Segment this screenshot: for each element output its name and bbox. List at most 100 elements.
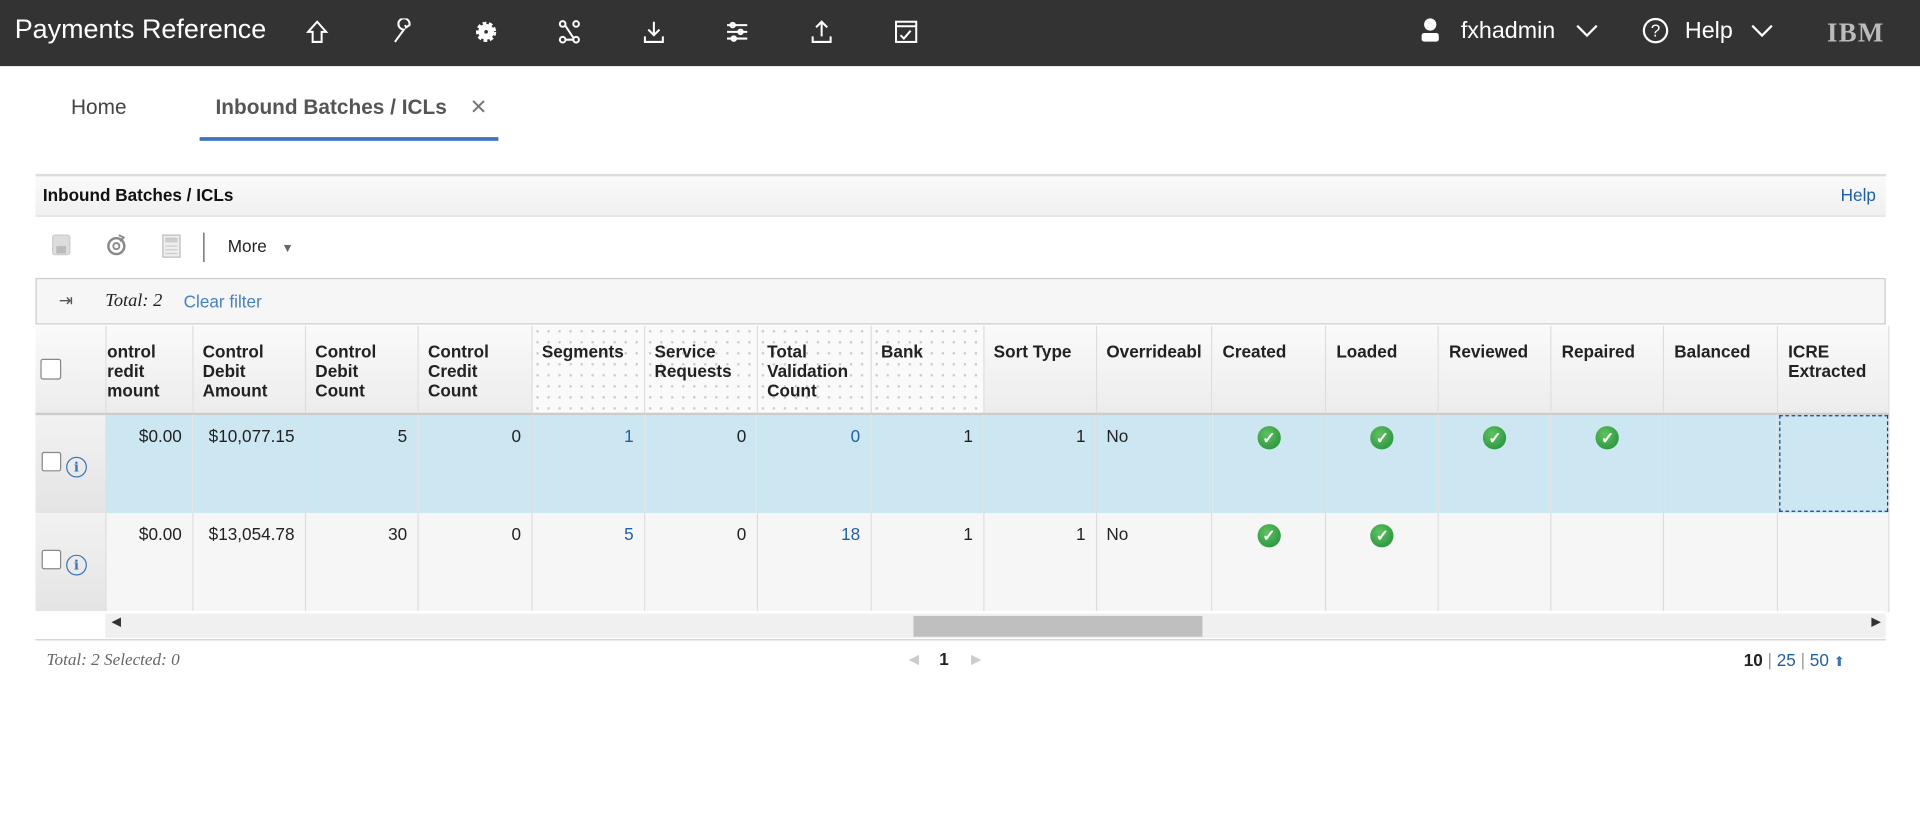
reviewed-cell (1438, 513, 1552, 613)
gear-icon[interactable] (471, 17, 500, 46)
debit-amount-cell: $10,077.15 (192, 413, 306, 514)
page-size-25[interactable]: 25 (1777, 650, 1796, 670)
reviewed-cell: ✓ (1438, 413, 1552, 514)
info-icon[interactable]: i (65, 456, 87, 478)
help-menu[interactable]: Help (1685, 18, 1733, 45)
check-circle-icon: ✓ (1483, 426, 1507, 450)
wrench-icon[interactable] (387, 17, 416, 46)
table-row[interactable]: i $0.00 $10,077.15 5 0 1 0 0 1 1 No ✓ ✓ … (35, 413, 1890, 514)
footer-summary: Total: 2 Selected: 0 (46, 651, 180, 670)
segments-link[interactable]: 5 (531, 513, 645, 613)
table-header-row: ontrol redit mount Control Debit Amount … (35, 325, 1890, 416)
help-circle-icon[interactable]: ? (1642, 17, 1669, 51)
horizontal-scrollbar[interactable]: ◀ ▶ (35, 611, 1886, 641)
dashboard-icon[interactable] (891, 17, 920, 46)
column-header[interactable]: Overrideabl (1095, 325, 1213, 416)
caret-down-icon: ▼ (281, 242, 294, 256)
loaded-cell: ✓ (1325, 413, 1440, 514)
total-validation-link[interactable]: 18 (756, 513, 872, 613)
sliders-icon[interactable] (722, 17, 751, 46)
table-row[interactable]: i $0.00 $13,054.78 30 0 5 0 18 1 1 No ✓ … (35, 513, 1890, 613)
icre-extracted-cell[interactable] (1777, 413, 1890, 514)
filter-toggle-icon[interactable]: ⇥ (59, 290, 73, 311)
credit-count-cell: 0 (417, 413, 533, 514)
more-menu-button[interactable]: More ▼ (228, 236, 294, 256)
scroll-left-arrow[interactable]: ◀ (111, 616, 120, 629)
save-icon[interactable] (49, 233, 76, 260)
check-circle-icon: ✓ (1257, 426, 1281, 450)
service-requests-cell: 0 (644, 413, 758, 514)
balanced-cell (1663, 513, 1779, 613)
column-header[interactable]: Bank (870, 325, 984, 416)
column-header[interactable]: Balanced (1663, 325, 1779, 416)
column-header[interactable]: Total Validation Count (756, 325, 872, 416)
close-icon[interactable]: ✕ (470, 96, 487, 119)
column-header[interactable]: Service Requests (644, 325, 758, 416)
repaired-cell: ✓ (1551, 413, 1665, 514)
column-header[interactable]: Control Debit Amount (192, 325, 306, 416)
row-checkbox[interactable] (41, 549, 62, 570)
chevron-down-icon[interactable] (1575, 20, 1599, 47)
sort-type-cell: 1 (983, 513, 1097, 613)
check-circle-icon: ✓ (1370, 524, 1394, 548)
column-header[interactable]: ICRE Extracted (1777, 325, 1890, 416)
clear-filter-link[interactable]: Clear filter (184, 291, 262, 311)
panel-title: Inbound Batches / ICLs (42, 184, 234, 205)
icre-extracted-cell[interactable] (1777, 513, 1890, 613)
panel-header: Inbound Batches / ICLs Help (35, 173, 1886, 217)
segments-link[interactable]: 1 (531, 413, 645, 514)
toolbar-separator (203, 232, 205, 263)
refresh-icon[interactable] (104, 233, 131, 260)
batches-table: ontrol redit mount Control Debit Amount … (35, 325, 1890, 613)
column-header[interactable]: Sort Type (983, 325, 1097, 416)
workflow-icon[interactable] (555, 17, 584, 46)
column-header[interactable]: ontrol redit mount (105, 325, 193, 416)
scroll-top-icon[interactable]: ⬆ (1834, 655, 1845, 670)
tab-inbound-batches[interactable]: Inbound Batches / ICLs ✕ (199, 95, 499, 141)
current-page[interactable]: 1 (939, 649, 949, 669)
service-requests-cell: 0 (644, 513, 758, 613)
user-icon[interactable] (1418, 17, 1442, 51)
row-select-cell: i (35, 413, 106, 514)
scrollbar-thumb[interactable] (913, 615, 1203, 637)
debit-count-cell: 30 (304, 513, 419, 613)
column-header[interactable]: Reviewed (1438, 325, 1552, 416)
user-menu[interactable]: fxhadmin (1461, 18, 1555, 45)
check-circle-icon: ✓ (1595, 426, 1620, 450)
page-size-50[interactable]: 50 (1810, 650, 1829, 670)
prev-page-icon[interactable]: ◀ (909, 651, 919, 668)
ibm-logo: IBM (1826, 17, 1885, 48)
home-icon[interactable] (302, 17, 331, 46)
credit-count-cell: 0 (417, 513, 533, 613)
check-circle-icon: ✓ (1370, 426, 1394, 450)
row-select-cell: i (35, 513, 106, 613)
bank-cell: 1 (870, 513, 984, 613)
repaired-cell (1551, 513, 1665, 613)
calculator-icon[interactable] (159, 233, 186, 260)
page-size-10[interactable]: 10 (1744, 650, 1763, 670)
scroll-right-arrow[interactable]: ▶ (1871, 616, 1880, 629)
credit-amount-cell: $0.00 (105, 413, 193, 514)
overrideable-cell: No (1095, 413, 1213, 514)
svg-text:?: ? (1651, 21, 1661, 41)
total-validation-link[interactable]: 0 (756, 413, 872, 514)
tab-label: Inbound Batches / ICLs (215, 95, 447, 119)
more-label: More (227, 236, 267, 256)
select-all-checkbox[interactable] (40, 358, 62, 380)
column-header[interactable]: Created (1212, 325, 1327, 416)
filter-bar: ⇥ Total: 2 Clear filter (35, 277, 1886, 325)
column-header[interactable]: Control Debit Count (304, 325, 419, 416)
column-header[interactable]: Segments (531, 325, 645, 416)
panel-help-link[interactable]: Help (1841, 185, 1876, 205)
info-icon[interactable]: i (65, 554, 87, 576)
column-header[interactable]: Loaded (1325, 325, 1440, 416)
upload-icon[interactable] (807, 17, 836, 46)
column-header[interactable]: Control Credit Count (417, 325, 533, 416)
column-header[interactable]: Repaired (1551, 325, 1665, 416)
next-page-icon[interactable]: ▶ (971, 651, 981, 668)
download-icon[interactable] (639, 17, 668, 46)
tab-home[interactable]: Home (71, 96, 127, 120)
filter-total: Total: 2 (105, 291, 163, 312)
row-checkbox[interactable] (41, 451, 62, 472)
chevron-down-icon[interactable] (1750, 20, 1774, 47)
